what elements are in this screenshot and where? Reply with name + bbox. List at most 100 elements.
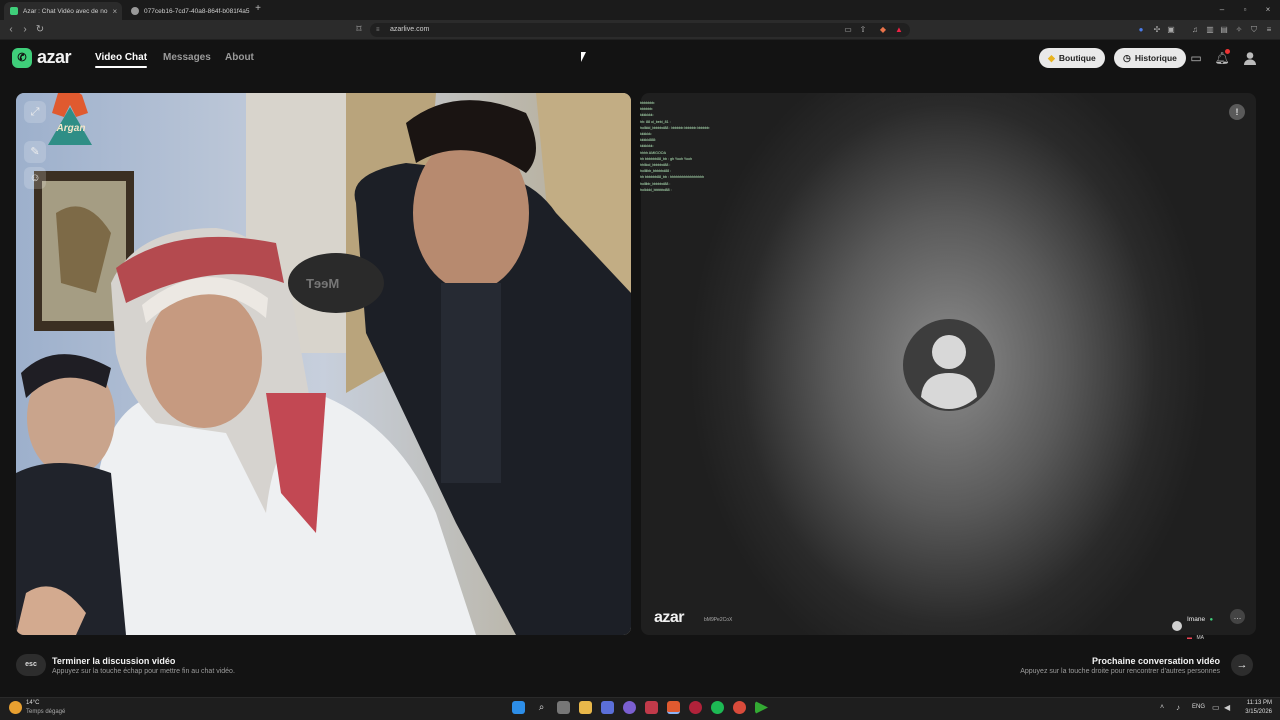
- nav-about[interactable]: About: [225, 52, 254, 63]
- notification-dot: [1225, 49, 1230, 54]
- chat-bubble-icon[interactable]: …: [1230, 609, 1245, 624]
- tab-title: Azar : Chat Vidéo avec de no: [23, 7, 108, 15]
- user-icon[interactable]: [1242, 50, 1258, 66]
- globe-icon: [131, 7, 139, 15]
- headphone-brand-text: MeeT: [306, 276, 340, 291]
- share-icon[interactable]: ⇧: [858, 24, 868, 35]
- address-toolbar: ‹ › ↻ ⌑ ≡ azarlive.com: [0, 20, 1280, 40]
- effects-wand-icon[interactable]: ✎: [24, 141, 46, 163]
- search-icon[interactable]: ⌕: [535, 701, 548, 714]
- menu-icon[interactable]: ≡: [1264, 24, 1274, 35]
- local-video: Argan MeeT ⤢ ✎ ☺: [16, 93, 631, 635]
- maximize-icon[interactable]: ▫: [1238, 3, 1252, 17]
- brave-shield-icon[interactable]: ◆: [878, 24, 888, 35]
- tabs-icon[interactable]: ▤: [1219, 24, 1229, 35]
- argan-overlay-logo: Argan: [44, 93, 96, 149]
- brave-rewards-icon[interactable]: ▲: [894, 24, 904, 35]
- tab-azar[interactable]: Azar : Chat Vidéo avec de no ×: [4, 2, 122, 20]
- mouse-cursor-icon: [581, 52, 591, 62]
- chat-message: hollddd_bbbbbd88 :: [640, 187, 672, 192]
- puzzle-icon[interactable]: ✣: [1152, 24, 1162, 35]
- wallet-icon[interactable]: ▣: [1166, 24, 1176, 35]
- next-chat-subtitle: Appuyez sur la touche droite pour rencon…: [1020, 668, 1220, 675]
- volume-icon[interactable]: ◀: [1224, 703, 1230, 712]
- nav-messages[interactable]: Messages: [163, 52, 211, 63]
- azar-wordmark: azar: [37, 47, 72, 67]
- chat-message: hollldd_bbbbbd88 : bbbbbb bbbbbb bbbbbb: [640, 125, 710, 130]
- weather-temperature[interactable]: 14°C: [26, 700, 39, 706]
- argan-logo-text: Argan: [56, 123, 86, 134]
- weather-description: Temps dégagé: [26, 709, 66, 715]
- brave-browser-icon[interactable]: [667, 701, 680, 714]
- inbox-icon[interactable]: ▭: [1188, 50, 1204, 66]
- boutique-label: Boutique: [1058, 53, 1096, 63]
- expand-icon[interactable]: ⤢: [24, 101, 46, 123]
- azar-logo[interactable]: ✆ azar: [12, 47, 72, 68]
- reload-icon[interactable]: ↻: [33, 23, 47, 37]
- spotify-icon[interactable]: [711, 701, 724, 714]
- url-text: azarlive.com: [390, 26, 430, 33]
- sidebar-icon[interactable]: ▥: [1205, 24, 1215, 35]
- next-chat-title[interactable]: Prochaine conversation vidéo: [960, 656, 1220, 666]
- partner-name: Imane: [1187, 616, 1206, 623]
- historique-button[interactable]: ◷ Historique: [1114, 48, 1186, 68]
- chrome-icon[interactable]: [733, 701, 746, 714]
- extension-icon[interactable]: ●: [1136, 24, 1146, 35]
- tab-second[interactable]: 077ceb16-7cd7-40a8-864f-b081f4a5 ×: [125, 2, 250, 20]
- azar-chat-icon: ✆: [12, 47, 32, 68]
- tray-chevron-icon[interactable]: ˄: [1160, 704, 1164, 711]
- end-chat-subtitle: Appuyez sur la touche échap pour mettre …: [52, 668, 235, 675]
- close-tab-icon[interactable]: ×: [112, 7, 117, 16]
- nav-active-indicator: [95, 66, 147, 68]
- partner-user-icon: [1172, 621, 1182, 631]
- tab-title: 077ceb16-7cd7-40a8-864f-b081f4a5: [144, 7, 250, 15]
- close-window-icon[interactable]: ×: [1261, 3, 1275, 17]
- taskbar: [0, 697, 1280, 720]
- minimize-icon[interactable]: –: [1215, 3, 1229, 17]
- esc-key-button[interactable]: esc: [16, 654, 46, 676]
- music-icon[interactable]: ♫: [1190, 24, 1200, 35]
- url-field[interactable]: ≡ azarlive.com: [370, 23, 910, 37]
- microphone-icon[interactable]: ♪: [1176, 703, 1180, 712]
- vpn-icon[interactable]: ⛉: [1249, 24, 1259, 35]
- azar-watermark: azar: [654, 609, 685, 626]
- verified-icon: ●: [1209, 617, 1214, 623]
- arrow-right-icon[interactable]: →: [1231, 654, 1253, 676]
- boutique-button[interactable]: ◆ Boutique: [1039, 48, 1105, 68]
- clock-date[interactable]: 3/15/2026: [1232, 709, 1272, 715]
- app-red-icon[interactable]: [689, 701, 702, 714]
- weather-moon-icon[interactable]: [9, 701, 22, 714]
- mail-app-icon[interactable]: [645, 701, 658, 714]
- forward-icon[interactable]: ›: [18, 23, 32, 37]
- bookmark-icon[interactable]: ⌑: [352, 23, 366, 37]
- partner-avatar-icon: [903, 319, 995, 411]
- language-indicator[interactable]: ENG: [1192, 704, 1205, 710]
- watermark-id: bM9Pe2CoX: [704, 617, 733, 623]
- task-view-icon[interactable]: [557, 701, 570, 714]
- end-chat-title[interactable]: Terminer la discussion vidéo: [52, 656, 175, 666]
- clock-time[interactable]: 11:13 PM: [1232, 700, 1272, 706]
- cast-icon[interactable]: ▭: [843, 24, 853, 35]
- partner-country: MA: [1196, 635, 1204, 641]
- site-info-icon[interactable]: ≡: [376, 23, 380, 37]
- browser-tab-bar: Azar : Chat Vidéo avec de no × 077ceb16-…: [0, 0, 1280, 20]
- back-icon[interactable]: ‹: [4, 23, 18, 37]
- flag-icon: ▬: [1187, 635, 1192, 641]
- partner-info[interactable]: Imane ● ▬ MA: [1172, 608, 1213, 644]
- chat-log: bbbbbbb: bbbbbb: kkkkkkk: hh: 88 ol_bebi…: [640, 100, 720, 193]
- historique-label: Historique: [1134, 53, 1177, 63]
- network-icon[interactable]: ▭: [1212, 703, 1220, 712]
- file-explorer-icon[interactable]: [579, 701, 592, 714]
- windows-start-icon[interactable]: [512, 701, 525, 714]
- teams-icon[interactable]: [623, 701, 636, 714]
- azar-favicon-icon: [10, 7, 18, 15]
- gem-icon: ◆: [1048, 52, 1055, 63]
- local-video-scene: [16, 93, 631, 635]
- store-icon[interactable]: [601, 701, 614, 714]
- report-shield-icon[interactable]: !: [1229, 104, 1245, 120]
- leo-icon[interactable]: ✧: [1234, 24, 1244, 35]
- clock-icon: ◷: [1123, 52, 1131, 63]
- nav-video-chat[interactable]: Video Chat: [95, 52, 147, 63]
- filter-face-icon[interactable]: ☺: [24, 167, 46, 189]
- new-tab-button[interactable]: +: [252, 3, 264, 17]
